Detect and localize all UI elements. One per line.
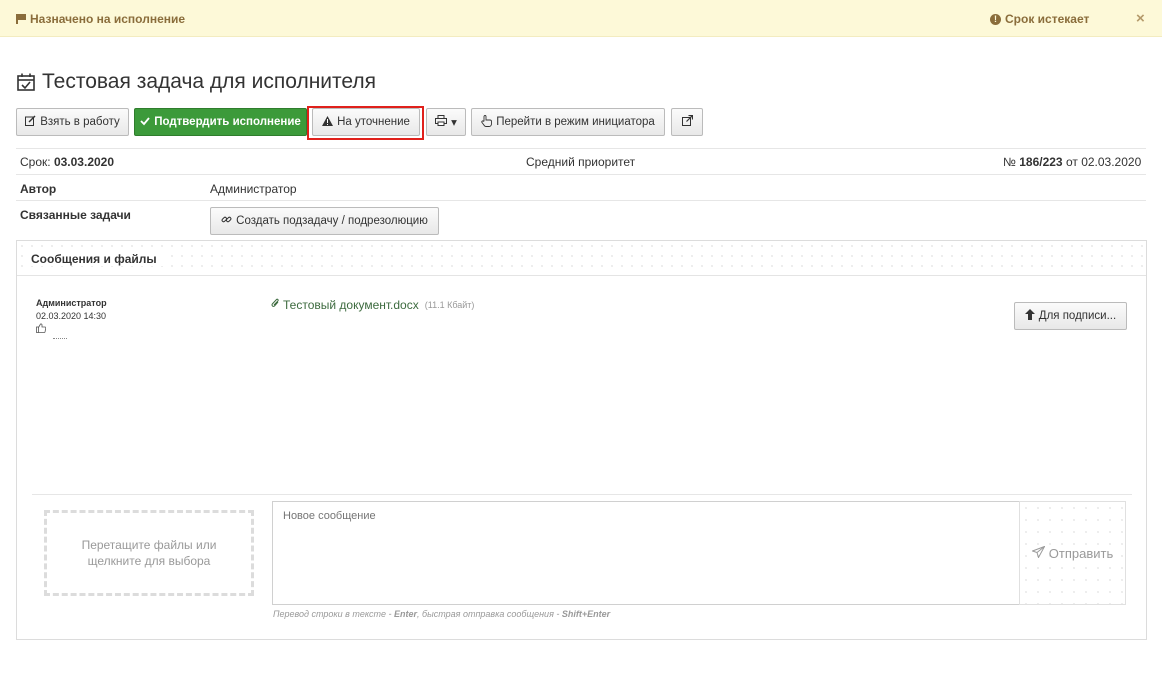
- author-label: Автор: [20, 182, 57, 196]
- hint-text-1: Перевод строки в тексте -: [273, 609, 395, 619]
- deadline-value: 03.03.2020: [53, 155, 115, 169]
- close-icon[interactable]: ×: [1136, 10, 1145, 27]
- attachment-name[interactable]: Тестовый документ.docx: [283, 298, 419, 312]
- input-hint: Перевод строки в тексте - Enter, быстрая…: [273, 609, 610, 619]
- check-icon: [140, 116, 150, 129]
- paper-plane-icon: [1030, 545, 1046, 561]
- attachment-link[interactable]: Тестовый документ.docx (11.1 Кбайт): [271, 298, 474, 312]
- message-input-wrapper: [272, 501, 1020, 605]
- deadline-label: Срок:: [20, 155, 51, 169]
- print-button[interactable]: ▾: [426, 108, 466, 136]
- status-bar: Назначено на исполнение ! Срок истекает …: [0, 0, 1162, 37]
- for-signature-label: Для подписи...: [1038, 310, 1117, 322]
- deadline-warning-text: Срок истекает: [1005, 12, 1090, 26]
- dropzone-text-line1: Перетащите файлы или: [81, 538, 217, 552]
- hint-key-1: Enter: [394, 609, 418, 619]
- file-dropzone[interactable]: Перетащите файлы или щелкните для выбора: [44, 510, 254, 596]
- divider: [16, 174, 1146, 175]
- messages-header-title: Сообщения и файлы: [31, 252, 163, 266]
- message-input[interactable]: [273, 502, 1019, 604]
- thumbs-up-icon[interactable]: [36, 323, 47, 336]
- highlight-box: [307, 106, 424, 140]
- task-number: № 186/223 от 02.03.2020: [1003, 155, 1141, 169]
- status-indicator: Назначено на исполнение: [16, 12, 185, 26]
- for-signature-button[interactable]: Для подписи...: [1014, 302, 1127, 330]
- confirm-execution-label: Подтвердить исполнение: [154, 116, 301, 128]
- message-date: 02.03.2020 14:30: [36, 311, 107, 321]
- status-text: Назначено на исполнение: [30, 12, 186, 26]
- number-value: 186/223: [1019, 155, 1063, 169]
- message-more-indicator: [53, 338, 67, 339]
- flag-icon: [16, 14, 26, 24]
- open-external-button[interactable]: [671, 108, 703, 136]
- send-button[interactable]: Отправить: [1019, 501, 1126, 605]
- create-subtask-button[interactable]: Создать подзадачу / подрезолюцию: [210, 207, 439, 235]
- number-prefix: №: [1003, 155, 1016, 169]
- dropzone-text-line2: щелкните для выбора: [87, 554, 211, 568]
- attachment-size: (11.1 Кбайт): [424, 300, 475, 310]
- link-icon: [221, 214, 232, 228]
- deadline-warning: ! Срок истекает: [990, 12, 1089, 26]
- deadline: Срок: 03.03.2020: [20, 155, 114, 169]
- calendar-check-icon: [16, 72, 36, 92]
- hand-pointer-icon: [481, 114, 493, 130]
- initiator-mode-button[interactable]: Перейти в режим инициатора: [471, 108, 665, 136]
- hint-text-2: , быстрая отправка сообщения -: [417, 609, 562, 619]
- take-to-work-label: Взять в работу: [40, 116, 120, 128]
- send-label: Отправить: [1048, 545, 1114, 561]
- related-tasks-label: Связанные задачи: [20, 208, 131, 222]
- arrow-up-icon: [1024, 309, 1035, 323]
- paperclip-icon: [271, 298, 280, 312]
- edit-icon: [25, 115, 36, 129]
- take-to-work-button[interactable]: Взять в работу: [16, 108, 129, 136]
- task-title: Тестовая задача для исполнителя: [42, 70, 377, 93]
- initiator-mode-label: Перейти в режим инициатора: [496, 116, 655, 128]
- external-link-icon: [681, 114, 693, 129]
- author-value: Администратор: [210, 182, 297, 196]
- hint-key-2: Shift+Enter: [561, 609, 611, 619]
- confirm-execution-button[interactable]: Подтвердить исполнение: [134, 108, 307, 136]
- print-icon: [435, 115, 448, 129]
- divider: [16, 200, 1146, 201]
- divider: [16, 148, 1146, 149]
- message-author: Администратор: [36, 298, 107, 308]
- chevron-down-icon: ▾: [451, 117, 457, 129]
- exclamation-icon: !: [990, 13, 1001, 25]
- number-date: от 02.03.2020: [1065, 155, 1142, 169]
- messages-header: Сообщения и файлы: [17, 241, 1146, 276]
- priority: Средний приоритет: [526, 155, 636, 169]
- page-title: Тестовая задача для исполнителя: [16, 70, 376, 94]
- divider: [32, 494, 1132, 495]
- create-subtask-label: Создать подзадачу / подрезолюцию: [236, 215, 428, 227]
